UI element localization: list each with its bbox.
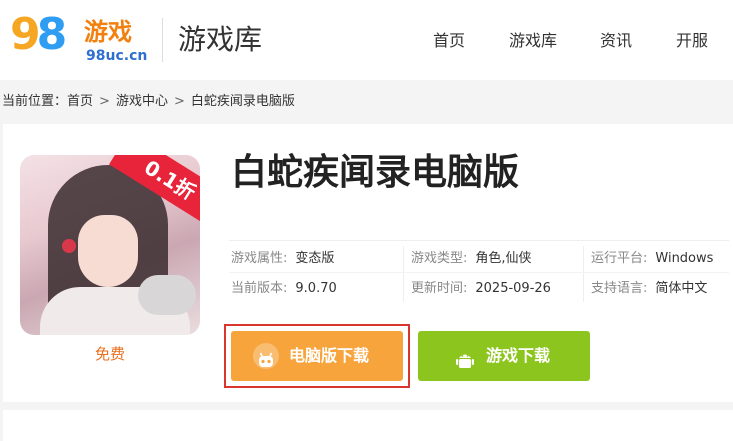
logo-digits-text: 98 xyxy=(10,9,67,60)
info-value: 简体中文 xyxy=(655,281,708,296)
logo-divider xyxy=(162,18,163,62)
info-row-divider xyxy=(229,272,729,273)
pc-download-button[interactable]: 电脑版下载 xyxy=(231,331,403,381)
pc-download-label: 电脑版下载 xyxy=(289,346,370,365)
nav-game-library[interactable]: 游戏库 xyxy=(509,30,557,52)
info-column-divider xyxy=(403,246,404,302)
info-value: Windows xyxy=(655,251,714,266)
info-game-attribute: 游戏属性: 变态版 xyxy=(231,250,334,268)
info-update-time: 更新时间: 2025-09-26 xyxy=(411,280,551,298)
info-game-type: 游戏类型: 角色,仙侠 xyxy=(411,250,532,268)
site-logo[interactable]: 98 游戏 98uc.cn xyxy=(10,8,150,68)
info-label: 游戏类型: xyxy=(411,251,468,266)
price-label: 免费 xyxy=(94,345,125,363)
game-title: 白蛇疾闻录电脑版 xyxy=(231,152,520,193)
nav-home[interactable]: 首页 xyxy=(433,30,465,52)
info-column-divider xyxy=(583,246,584,302)
logo-domain: 98uc.cn xyxy=(86,48,148,64)
next-section-card xyxy=(3,410,733,441)
game-cover-image[interactable]: 0.1折 xyxy=(20,155,200,335)
logo-digits: 98 xyxy=(10,9,67,60)
breadcrumb-prefix: 当前位置： xyxy=(2,94,68,109)
gamepad-robot-icon xyxy=(253,343,279,369)
info-value: 2025-09-26 xyxy=(475,281,551,296)
logo-brand: 游戏 xyxy=(84,18,132,46)
info-language: 支持语言: 简体中文 xyxy=(591,280,707,298)
info-value: 9.0.70 xyxy=(295,281,337,296)
cover-art-face xyxy=(78,215,138,287)
info-version: 当前版本: 9.0.70 xyxy=(231,280,337,298)
cover-art-dragon xyxy=(138,275,196,315)
info-label: 支持语言: xyxy=(591,281,648,296)
nav-news[interactable]: 资讯 xyxy=(600,30,632,52)
breadcrumb-separator: > xyxy=(173,94,185,109)
breadcrumb-current[interactable]: 白蛇疾闻录电脑版 xyxy=(191,94,295,109)
breadcrumb-home[interactable]: 首页 xyxy=(67,94,93,109)
info-platform: 运行平台: Windows xyxy=(591,250,713,268)
nav-server-open[interactable]: 开服 xyxy=(676,30,708,52)
breadcrumb-game-center[interactable]: 游戏中心 xyxy=(116,94,168,109)
info-label: 游戏属性: xyxy=(231,251,288,266)
android-icon xyxy=(452,343,478,369)
game-download-label: 游戏下载 xyxy=(486,346,551,365)
info-value: 变态版 xyxy=(295,251,335,266)
breadcrumb-separator: > xyxy=(99,94,110,109)
breadcrumb: 当前位置：首页 > 游戏中心 > 白蛇疾闻录电脑版 xyxy=(2,93,295,111)
site-header: 98 游戏 98uc.cn 游戏库 首页 游戏库 资讯 开服 xyxy=(0,0,733,80)
site-section-title[interactable]: 游戏库 xyxy=(178,22,262,58)
info-label: 更新时间: xyxy=(411,281,468,296)
info-label: 当前版本: xyxy=(231,281,288,296)
cover-art-flower xyxy=(62,239,76,253)
info-top-divider xyxy=(229,240,729,241)
info-label: 运行平台: xyxy=(591,251,648,266)
info-value: 角色,仙侠 xyxy=(475,251,532,266)
game-download-button[interactable]: 游戏下载 xyxy=(418,331,590,381)
